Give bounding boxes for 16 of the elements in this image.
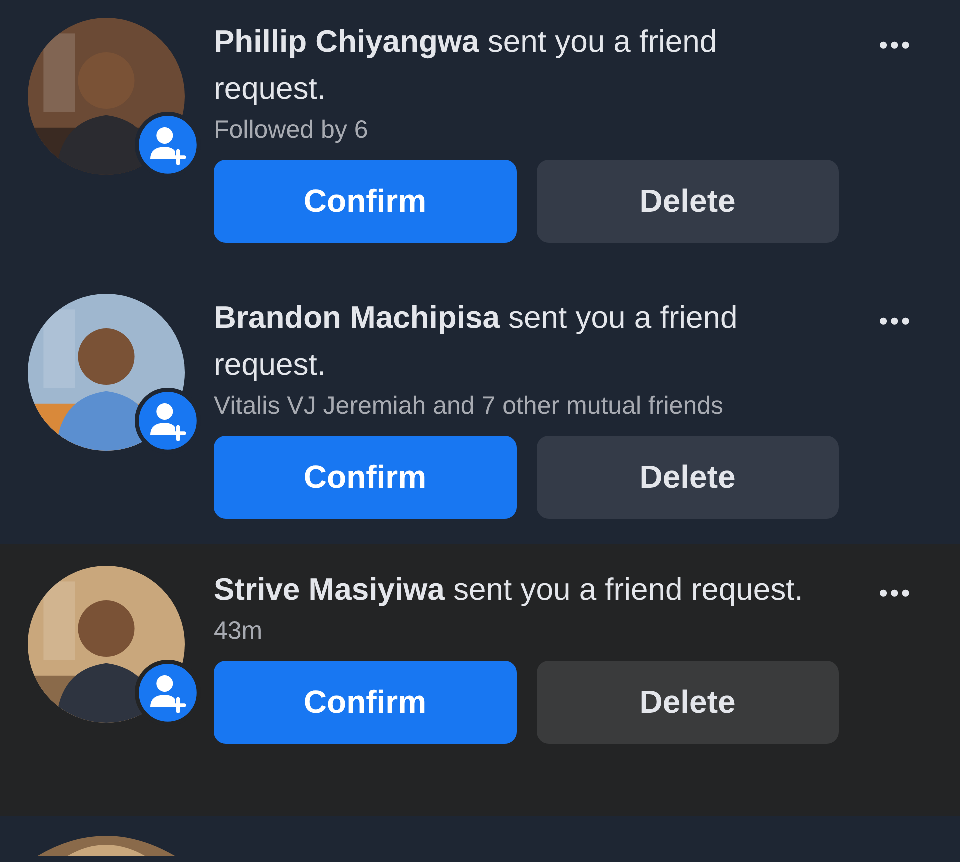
notification-row[interactable]: Strive Masiyiwa sent you a friend request. 43m Confirm Delete •••: [0, 544, 960, 816]
delete-button[interactable]: Delete: [536, 661, 839, 744]
confirm-button[interactable]: Confirm: [214, 436, 516, 519]
delete-button[interactable]: Delete: [536, 160, 839, 243]
more-button[interactable]: •••: [879, 30, 912, 61]
notification-text: Phillip Chiyangwa sent you a friend request.: [214, 23, 718, 108]
notification-text: Brandon Machipisa sent you a friend request.: [214, 299, 739, 384]
notification-detail: Followed by 6: [214, 115, 370, 146]
confirm-button[interactable]: Confirm: [214, 160, 516, 243]
confirm-button[interactable]: Confirm: [214, 661, 516, 744]
delete-button[interactable]: Delete: [536, 436, 839, 519]
more-button[interactable]: •••: [879, 306, 912, 337]
notification-detail: 43m: [214, 616, 264, 647]
notification-detail: Vitalis VJ Jeremiah and 7 other mutual friends: [214, 391, 725, 422]
more-button[interactable]: •••: [879, 578, 912, 609]
notification-text: Strive Masiyiwa sent you a friend request.: [214, 571, 804, 609]
